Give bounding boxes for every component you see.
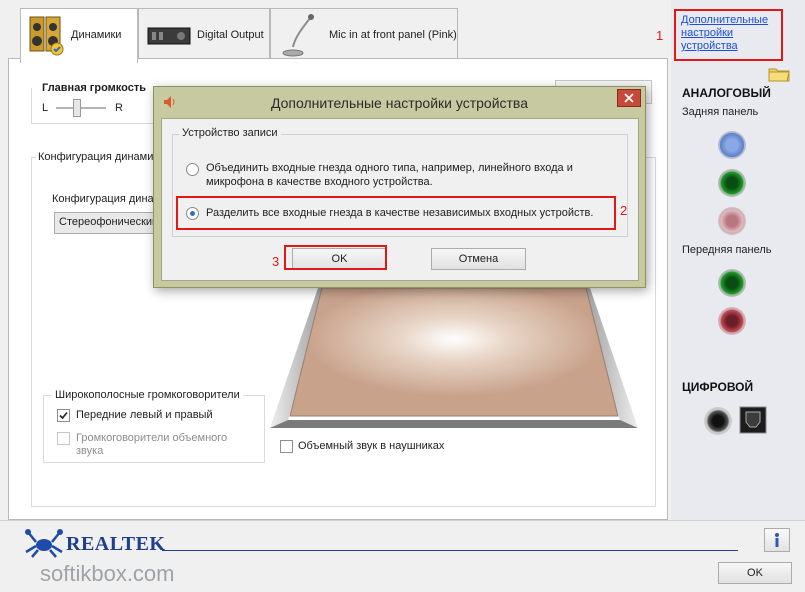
- tab-speakers-label: Динамики: [71, 29, 122, 41]
- volume-right-label: R: [115, 102, 123, 114]
- annotation-number-3: 3: [272, 254, 280, 269]
- coaxial-digital-jack-icon[interactable]: [704, 407, 732, 435]
- speaker-room-visual: [270, 287, 638, 428]
- annotation-box-3: [284, 245, 387, 270]
- balance-slider[interactable]: [56, 107, 106, 109]
- tab-digital-output-label: Digital Output: [197, 29, 264, 41]
- recording-device-group-title: Устройство записи: [179, 127, 281, 139]
- front-left-right-checkbox[interactable]: [57, 409, 70, 422]
- surround-speakers-label: Громкоговорители объемного звука: [76, 432, 228, 457]
- footer-rule: [162, 550, 738, 551]
- rear-pink-jack-icon[interactable]: [718, 207, 746, 235]
- merge-inputs-radio[interactable]: [186, 163, 199, 176]
- surround-speakers-checkbox: [57, 432, 70, 445]
- speaker-config-select-value: Стереофонический: [59, 216, 156, 228]
- info-icon: [775, 533, 779, 547]
- front-left-right-label: Передние левый и правый: [76, 409, 213, 421]
- front-panel-label: Передняя панель: [682, 244, 772, 256]
- advanced-settings-dialog: Дополнительные настройки устройства Устр…: [153, 86, 646, 288]
- tab-speakers[interactable]: Динамики: [20, 8, 138, 63]
- dialog-cancel-button[interactable]: Отмена: [431, 248, 526, 270]
- rear-green-jack-icon[interactable]: [718, 169, 746, 197]
- tab-mic-front-panel[interactable]: Mic in at front panel (Pink): [270, 8, 458, 58]
- main-volume-title: Главная громкость: [40, 82, 149, 94]
- balance-slider-thumb[interactable]: [73, 99, 81, 117]
- optical-digital-jack-icon[interactable]: [739, 406, 767, 437]
- annotation-number-2: 2: [620, 203, 628, 218]
- speakers-icon: [29, 15, 65, 60]
- annotation-number-1: 1: [656, 28, 664, 43]
- front-green-jack-icon[interactable]: [718, 269, 746, 297]
- rear-panel-label: Задняя панель: [682, 106, 759, 118]
- folder-icon[interactable]: [768, 64, 790, 85]
- realtek-crab-logo-icon: [24, 528, 64, 561]
- realtek-logo-text: REALTEK: [66, 533, 166, 555]
- rear-blue-jack-icon[interactable]: [718, 131, 746, 159]
- speaker-config-label: Конфигурация дина: [52, 193, 154, 205]
- wideband-group-title: Широкополосные громкоговорители: [52, 389, 243, 401]
- headphones-surround-label: Объемный звук в наушниках: [298, 440, 445, 452]
- volume-left-label: L: [42, 102, 49, 114]
- main-ok-button[interactable]: OK: [718, 562, 792, 584]
- speaker-config-select[interactable]: Стереофонический: [54, 212, 156, 234]
- checkmark-icon: [59, 411, 68, 420]
- digital-output-device-icon: [147, 25, 191, 50]
- dialog-titlebar[interactable]: Дополнительные настройки устройства: [154, 87, 645, 117]
- info-button[interactable]: [764, 528, 790, 552]
- softikbox-watermark: softikbox.com: [40, 561, 175, 586]
- front-red-jack-icon[interactable]: [718, 307, 746, 335]
- tab-mic-label: Mic in at front panel (Pink): [329, 29, 457, 41]
- analog-title: АНАЛОГОВЫЙ: [682, 86, 771, 100]
- tab-digital-output[interactable]: Digital Output: [138, 8, 270, 58]
- footer-divider: [0, 520, 805, 521]
- digital-title: ЦИФРОВОЙ: [682, 380, 754, 394]
- headphones-surround-checkbox[interactable]: [280, 440, 293, 453]
- speaker-config-group-title: Конфигурация динами: [36, 151, 156, 163]
- close-icon: [624, 93, 634, 103]
- merge-inputs-label: Объединить входные гнезда одного типа, н…: [206, 162, 573, 188]
- annotation-box-2: [176, 196, 616, 230]
- microphone-icon: [281, 13, 317, 60]
- annotation-box-1: [674, 9, 783, 61]
- dialog-close-button[interactable]: [617, 89, 641, 107]
- dialog-title: Дополнительные настройки устройства: [271, 95, 528, 111]
